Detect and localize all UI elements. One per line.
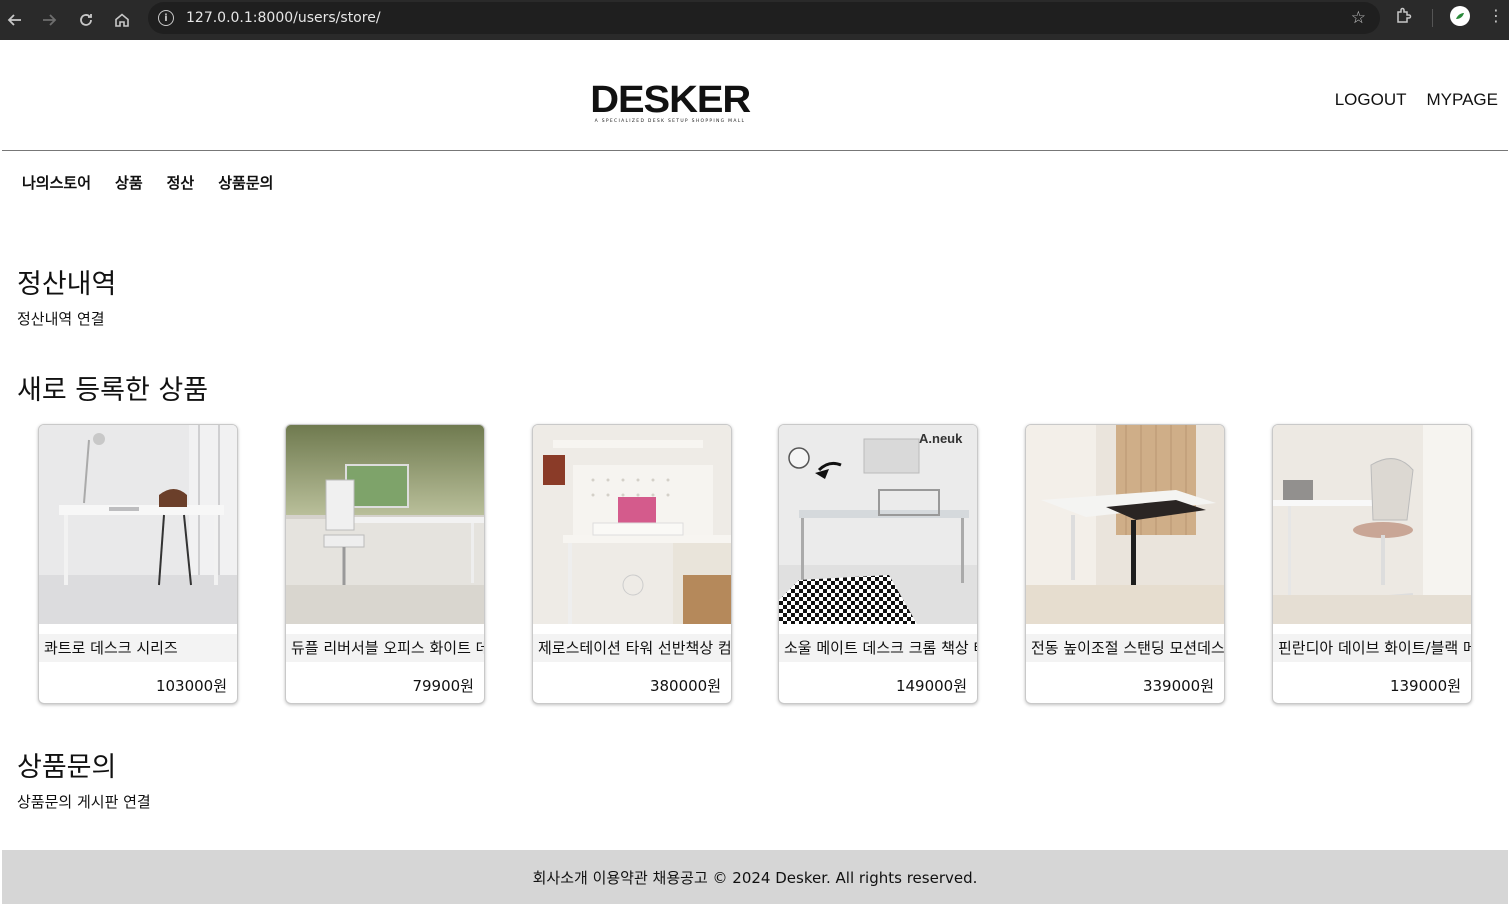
product-name[interactable]: 콰트로 데스크 시리즈 [39, 634, 237, 662]
product-image[interactable] [286, 425, 484, 624]
product-card[interactable]: 제로스테이션 타워 선반책상 컴퓨터 380000원 [532, 424, 732, 704]
back-icon[interactable] [0, 4, 33, 36]
header-links: LOGOUT MYPAGE [1335, 90, 1498, 110]
site-info-icon[interactable]: i [158, 10, 174, 26]
product-card[interactable]: 전동 높이조절 스탠딩 모션데스크 339000원 [1025, 424, 1225, 704]
new-products-title: 새로 등록한 상품 [17, 375, 209, 406]
product-name[interactable]: 전동 높이조절 스탠딩 모션데스크 [1026, 634, 1224, 662]
product-price: 380000원 [649, 677, 721, 695]
product-image[interactable] [1026, 425, 1224, 624]
settlement-link[interactable]: 정산내역 연결 [17, 308, 105, 329]
product-name[interactable]: 제로스테이션 타워 선반책상 컴퓨터 [533, 634, 731, 662]
product-card[interactable]: 콰트로 데스크 시리즈 103000원 [38, 424, 238, 704]
product-card[interactable]: 핀란디아 데이브 화이트/블랙 메쉬의자 139000원 [1272, 424, 1472, 704]
mypage-link[interactable]: MYPAGE [1427, 90, 1498, 110]
address-bar[interactable]: i 127.0.0.1:8000/users/store/ ☆ [148, 2, 1380, 34]
product-card[interactable]: 듀플 리버서블 오피스 화이트 데스크 79900원 [285, 424, 485, 704]
product-image[interactable] [533, 425, 731, 624]
product-price: 79900원 [412, 677, 474, 695]
inquiry-board-link[interactable]: 상품문의 게시판 연결 [17, 791, 151, 812]
browser-toolbar: i 127.0.0.1:8000/users/store/ ☆ ⋮ [0, 0, 1509, 40]
product-price: 139000원 [1389, 677, 1461, 695]
product-image[interactable] [1273, 425, 1471, 624]
puzzle-icon[interactable] [1395, 6, 1413, 29]
url-text[interactable]: 127.0.0.1:8000/users/store/ [186, 10, 381, 26]
kebab-menu-icon[interactable]: ⋮ [1488, 6, 1504, 26]
subnav-item-products[interactable]: 상품 [115, 172, 143, 193]
site-header: DESKER A SPECIALIZED DESK SETUP SHOPPING… [2, 40, 1508, 151]
site-footer: 회사소개 이용약관 채용공고 © 2024 Desker. All rights… [2, 850, 1508, 904]
subnav-item-settlement[interactable]: 정산 [167, 172, 195, 193]
subnav-item-inquiry[interactable]: 상품문의 [218, 172, 273, 193]
product-price: 103000원 [155, 677, 227, 695]
footer-text: 회사소개 이용약관 채용공고 © 2024 Desker. All rights… [532, 868, 978, 887]
toolbar-divider [1432, 9, 1433, 27]
reload-icon[interactable] [68, 4, 104, 36]
product-name[interactable]: 핀란디아 데이브 화이트/블랙 메쉬의자 [1273, 634, 1471, 662]
product-price: 339000원 [1142, 677, 1214, 695]
site-logo[interactable]: DESKER A SPECIALIZED DESK SETUP SHOPPING… [590, 80, 751, 124]
product-image[interactable]: A.neuk [779, 425, 977, 624]
logo-wordmark[interactable]: DESKER [590, 80, 751, 120]
forward-icon[interactable] [31, 4, 67, 36]
product-name[interactable]: 소울 메이트 데스크 크롬 책상 테이블 [779, 634, 977, 662]
product-price: 149000원 [895, 677, 967, 695]
settlement-title: 정산내역 [17, 269, 117, 300]
inquiry-title: 상품문의 [17, 752, 117, 783]
product-card[interactable]: A.neuk 소울 메이트 데스크 크롬 책상 테이블 149000원 [778, 424, 978, 704]
home-icon[interactable] [104, 4, 140, 36]
logout-link[interactable]: LOGOUT [1335, 90, 1407, 110]
product-image[interactable] [39, 425, 237, 624]
product-name[interactable]: 듀플 리버서블 오피스 화이트 데스크 [286, 634, 484, 662]
profile-avatar-icon[interactable] [1450, 6, 1470, 26]
product-card-list: 콰트로 데스크 시리즈 103000원 듀플 리버서블 오피스 화이트 데스크 … [38, 424, 1478, 704]
star-icon[interactable]: ☆ [1351, 8, 1366, 28]
store-subnav: 나의스토어 상품 정산 상품문의 [22, 172, 273, 193]
svg-text:A.neuk: A.neuk [919, 431, 963, 446]
subnav-item-my-store[interactable]: 나의스토어 [22, 172, 91, 193]
